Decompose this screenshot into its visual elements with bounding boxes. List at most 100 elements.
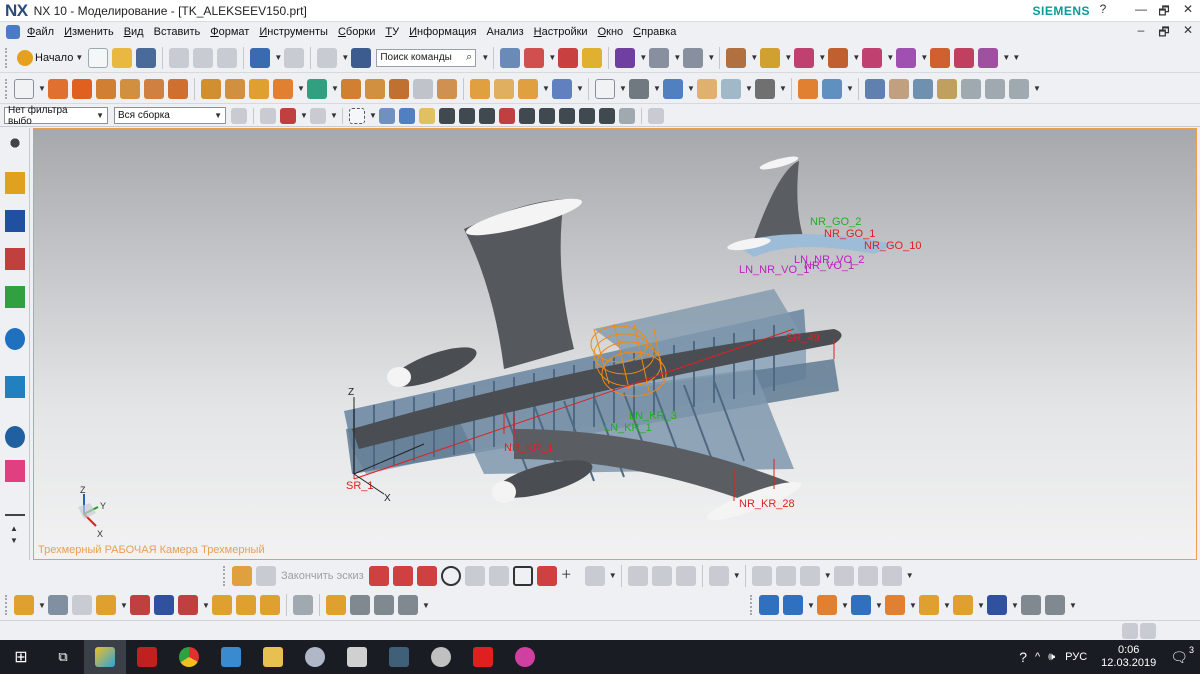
measure-length-icon[interactable] [683, 47, 704, 68]
wave-geometry-icon[interactable] [293, 595, 313, 615]
view-bottom-icon[interactable] [954, 47, 975, 68]
scroll-down-icon[interactable]: ▼ [10, 536, 18, 545]
menu-help[interactable]: Справка [628, 26, 681, 38]
quadrant-point-icon[interactable] [539, 107, 555, 124]
snap-point-icon[interactable] [280, 107, 296, 124]
show-dof-icon[interactable] [178, 595, 198, 615]
view-top-icon[interactable] [794, 47, 815, 68]
offset-face-icon[interactable] [470, 78, 490, 99]
measure-body-icon[interactable] [759, 595, 779, 615]
taskbar-nx[interactable] [84, 640, 126, 674]
control-point-icon[interactable] [479, 107, 495, 124]
menu-assemblies[interactable]: Сборки [333, 26, 380, 38]
face-analysis-icon[interactable] [885, 595, 905, 615]
circle-icon[interactable] [440, 565, 461, 586]
background-icon[interactable] [697, 78, 717, 99]
line-icon[interactable] [392, 565, 413, 586]
save-icon[interactable] [136, 47, 157, 68]
hd3d-tools-icon[interactable] [5, 328, 25, 350]
make-corner-icon[interactable] [675, 565, 696, 586]
taskbar-app4[interactable] [210, 640, 252, 674]
sequence-icon[interactable] [374, 595, 394, 615]
fullscreen-icon[interactable] [1140, 623, 1156, 639]
section-curve-icon[interactable] [817, 595, 837, 615]
new-component-icon[interactable] [48, 595, 68, 615]
task-view-button[interactable]: ⧉ [42, 640, 84, 674]
extrude-icon[interactable] [48, 78, 68, 99]
menu-analysis[interactable]: Анализ [481, 26, 528, 38]
offset-curve-icon[interactable] [708, 565, 729, 586]
cube-view-icon[interactable] [726, 47, 747, 68]
menu-view[interactable]: Вид [119, 26, 149, 38]
view-front-icon[interactable] [760, 47, 781, 68]
paste-icon[interactable] [217, 47, 238, 68]
close-button[interactable]: ✕ [1177, 2, 1199, 20]
fillet-icon[interactable] [464, 565, 485, 586]
pattern-component-icon[interactable] [260, 595, 280, 615]
convert-reference-icon[interactable] [857, 565, 878, 586]
swept-icon[interactable] [913, 78, 933, 99]
feature-select-icon[interactable] [260, 107, 276, 124]
enable-snap-icon[interactable] [419, 107, 435, 124]
constraint-navigator-icon[interactable] [5, 210, 25, 232]
menu-window[interactable]: Окно [593, 26, 629, 38]
redo-icon[interactable] [284, 47, 305, 68]
graphics-window[interactable]: NR_GO_2 NR_GO_10 LN_NR_VO_2 LN_NR_VO_1 L… [33, 128, 1197, 560]
add-component-icon[interactable] [14, 595, 34, 615]
display-mode-icon[interactable] [755, 78, 775, 99]
notifications-button[interactable]: 🗨 3 [1170, 645, 1194, 666]
draft-icon[interactable] [437, 78, 457, 99]
trim-body-icon[interactable] [341, 78, 361, 99]
tray-expand-icon[interactable]: ^ [1035, 651, 1040, 663]
sync-model-icon[interactable] [552, 78, 572, 99]
cut-icon[interactable] [169, 47, 190, 68]
doc-restore-button[interactable]: 🗗 [1153, 23, 1175, 41]
intersection-point-icon[interactable] [499, 107, 515, 124]
taskbar-itunes[interactable] [504, 640, 546, 674]
volume-icon[interactable]: 🕪 [1048, 651, 1055, 664]
restore-button[interactable]: 🗗 [1153, 2, 1175, 20]
deviation-icon[interactable] [919, 595, 939, 615]
menu-preferences[interactable]: Настройки [529, 26, 593, 38]
examine-geometry-icon[interactable] [783, 595, 803, 615]
view-iso-icon[interactable] [896, 47, 917, 68]
taskbar-chrome[interactable] [168, 640, 210, 674]
rectangle-select-icon[interactable] [349, 107, 365, 124]
type-filter-select[interactable]: Нет фильтра выбо ▼ [4, 105, 108, 127]
hole-icon[interactable] [201, 78, 221, 99]
styled-blend-icon[interactable] [961, 78, 981, 99]
scroll-up-icon[interactable]: ▲ [10, 524, 18, 533]
point-on-curve-icon[interactable] [579, 107, 595, 124]
sketch-tool-icon[interactable] [232, 565, 252, 586]
studio-surface-icon[interactable] [937, 78, 957, 99]
new-file-icon[interactable] [88, 47, 109, 68]
minimize-button[interactable]: — [1130, 2, 1152, 20]
arrangements-icon[interactable] [398, 595, 418, 615]
paint-icon[interactable] [582, 47, 603, 68]
arc-icon[interactable] [416, 565, 437, 586]
help-tray-icon[interactable]: ? [1019, 649, 1027, 665]
web-browser-icon[interactable] [5, 376, 25, 398]
show-constraints-icon[interactable] [799, 565, 820, 586]
taskbar-app9[interactable] [420, 640, 462, 674]
pmi-icon[interactable] [1021, 595, 1041, 615]
mirror-icon[interactable] [798, 78, 818, 99]
menu-tools[interactable]: Инструменты [254, 26, 333, 38]
start-button[interactable]: Начало ▼ [12, 49, 86, 66]
existing-point-icon[interactable] [559, 107, 575, 124]
clock[interactable]: 0:06 12.03.2019 [1101, 644, 1156, 670]
menu-file[interactable]: Файл [22, 26, 59, 38]
menu-format[interactable]: Формат [205, 26, 254, 38]
taskbar-explorer[interactable] [252, 640, 294, 674]
menu-information[interactable]: Информация [404, 26, 481, 38]
block-icon[interactable] [96, 78, 116, 99]
quickpick-icon[interactable] [310, 107, 326, 124]
component-array-icon[interactable] [96, 595, 116, 615]
nx-menu-icon[interactable] [6, 25, 20, 39]
flange-icon[interactable] [985, 78, 1005, 99]
end-point-icon[interactable] [439, 107, 455, 124]
taskbar-yandex[interactable] [462, 640, 504, 674]
revolve-icon[interactable] [72, 78, 92, 99]
brush-icon[interactable] [558, 47, 579, 68]
point-on-face-icon[interactable] [599, 107, 615, 124]
